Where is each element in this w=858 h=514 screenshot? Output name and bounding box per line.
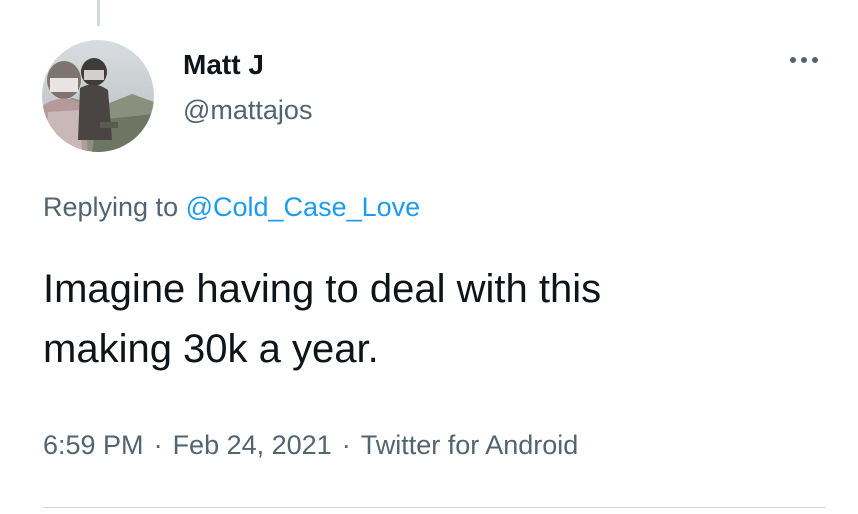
author-handle[interactable]: @mattajos — [183, 95, 312, 126]
tweet-date[interactable]: Feb 24, 2021 — [173, 430, 332, 460]
tweet-meta: 6:59 PM · Feb 24, 2021 · Twitter for Android — [43, 429, 578, 461]
divider — [43, 507, 826, 508]
ellipsis-icon — [812, 57, 818, 63]
tweet-text: Imagine having to deal with this making … — [43, 259, 833, 379]
avatar[interactable] — [42, 40, 154, 152]
author-display-name[interactable]: Matt J — [183, 49, 264, 81]
replying-to: Replying to @Cold_Case_Love — [43, 191, 420, 223]
tweet-text-line: Imagine having to deal with this — [43, 267, 602, 311]
reply-mention-link[interactable]: @Cold_Case_Love — [186, 192, 421, 222]
tweet-source[interactable]: Twitter for Android — [361, 430, 579, 460]
ellipsis-icon — [801, 57, 807, 63]
tweet-time[interactable]: 6:59 PM — [43, 430, 144, 460]
meta-separator: · — [341, 430, 351, 460]
more-options-button[interactable] — [782, 48, 826, 72]
thread-connector-line — [97, 0, 100, 26]
ellipsis-icon — [790, 57, 796, 63]
tweet-text-line: making 30k a year. — [43, 327, 379, 371]
replying-to-label: Replying to — [43, 192, 186, 222]
avatar-photo-icon — [42, 40, 154, 152]
meta-separator: · — [153, 430, 163, 460]
